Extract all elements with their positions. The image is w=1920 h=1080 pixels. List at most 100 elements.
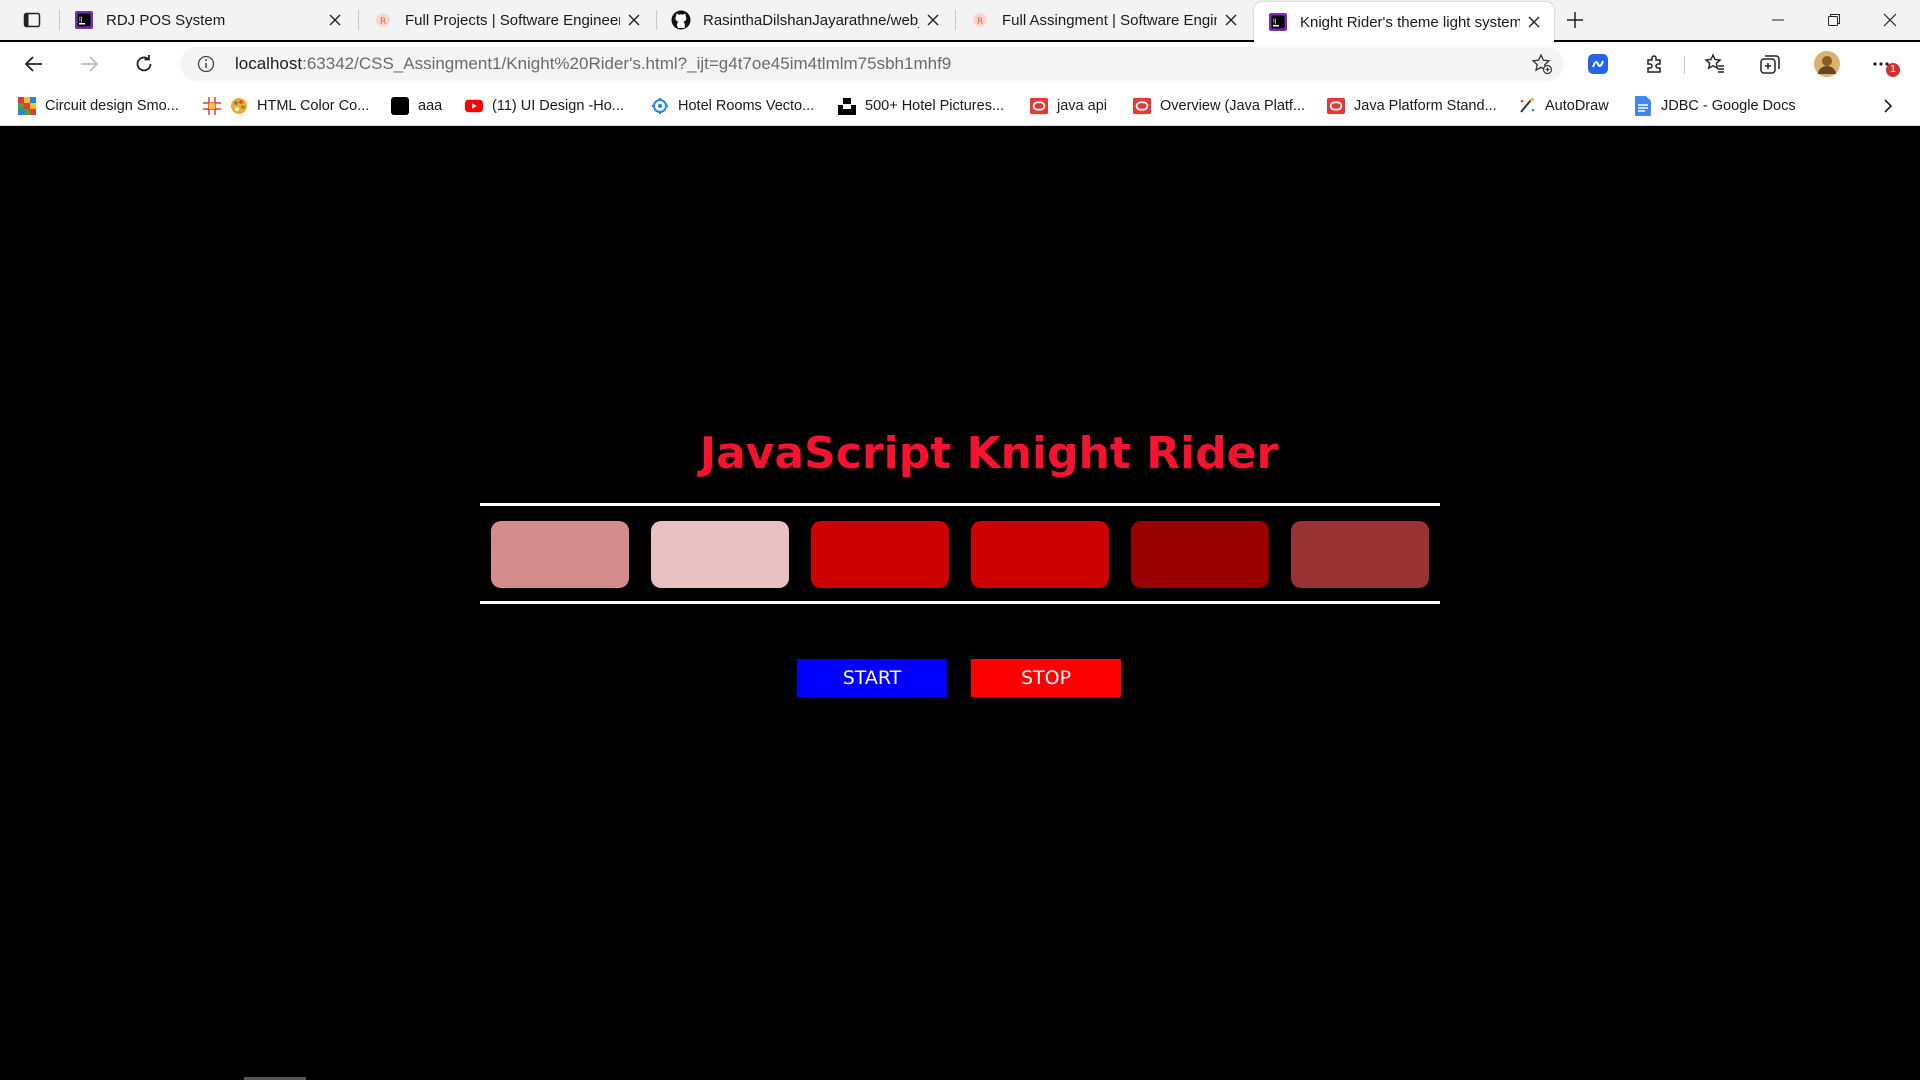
tab-title: Full Projects | Software Engineer	[405, 11, 620, 29]
svg-text:IJ: IJ	[1273, 18, 1277, 25]
bookmark-label: Overview (Java Platf...	[1160, 98, 1306, 114]
url-text: localhost:63342/CSS_Assingment1/Knight%2…	[235, 54, 951, 74]
close-icon[interactable]	[321, 6, 349, 34]
bookmark-item[interactable]: aaa	[391, 95, 442, 117]
light-box-1	[491, 521, 629, 588]
bookmark-label: 500+ Hotel Pictures...	[865, 98, 1005, 114]
bookmark-label: JDBC - Google Docs	[1661, 98, 1796, 114]
bookmark-item[interactable]: Java Platform Stand...	[1327, 95, 1497, 117]
bookmark-item[interactable]: (11) UI Design -Ho...	[465, 95, 624, 117]
bookmark-label: Circuit design Smo...	[45, 98, 179, 114]
avatar[interactable]	[1812, 49, 1842, 79]
bookmark-item[interactable]: HTML Color Co...	[203, 95, 369, 117]
tab-actions-button[interactable]	[14, 6, 50, 34]
toolbar-separator	[1684, 56, 1685, 74]
address-bar[interactable]: localhost:63342/CSS_Assingment1/Knight%2…	[180, 47, 1564, 81]
light-box-6	[1291, 521, 1429, 588]
light-box-4	[971, 521, 1109, 588]
svg-text:IJ: IJ	[79, 16, 83, 23]
tab-title: RasinthaDilshanJayarathne/web_	[703, 11, 919, 29]
restore-icon	[1828, 14, 1840, 26]
github-icon	[671, 10, 691, 30]
url-path: :63342/CSS_Assingment1/Knight%20Rider's.…	[302, 54, 952, 73]
tinkercad-icon	[18, 97, 36, 115]
browser-toolbar: localhost:63342/CSS_Assingment1/Knight%2…	[0, 42, 1920, 86]
bookmark-item[interactable]: Circuit design Smo...	[18, 95, 179, 117]
notification-badge: 1	[1886, 63, 1900, 77]
svg-text:R: R	[977, 17, 983, 27]
bookmark-item[interactable]: AutoDraw	[1518, 95, 1609, 117]
close-window-button[interactable]	[1862, 0, 1918, 40]
close-icon[interactable]	[1217, 6, 1245, 34]
tab-rdj-pos[interactable]: IJ RDJ POS System	[60, 0, 355, 40]
arrow-left-icon	[24, 56, 42, 72]
light-box-5	[1131, 521, 1269, 588]
autodraw-icon	[1518, 97, 1536, 115]
bookmark-label: Java Platform Stand...	[1354, 98, 1497, 114]
freepik-icon	[651, 97, 669, 115]
tab-strip: IJ RDJ POS System R Full Projects | Soft…	[0, 0, 1920, 42]
bookmark-label: AutoDraw	[1545, 98, 1609, 114]
page-title: JavaScript Knight Rider	[699, 428, 1279, 479]
bookmark-item[interactable]: 500+ Hotel Pictures...	[838, 95, 1004, 117]
info-icon[interactable]	[196, 54, 216, 74]
bookmark-label: java api	[1057, 98, 1107, 114]
refresh-button[interactable]	[125, 46, 163, 82]
refresh-icon	[136, 55, 152, 72]
page-viewport: JavaScript Knight Rider START STOP	[0, 127, 1920, 1080]
google-docs-icon	[1634, 96, 1652, 116]
light-box-2	[651, 521, 789, 588]
back-button[interactable]	[15, 46, 53, 82]
extensions-icon[interactable]	[1640, 49, 1670, 79]
tab-actions-icon	[23, 12, 41, 28]
intellij-icon: IJ	[74, 10, 94, 30]
add-favorite-icon[interactable]	[1530, 52, 1554, 76]
favorites-icon[interactable]	[1700, 49, 1730, 79]
bookmark-label: (11) UI Design -Ho...	[492, 98, 624, 114]
black-square-icon	[391, 97, 409, 115]
tab-title: Knight Rider's theme light system	[1300, 13, 1520, 31]
copilot-icon[interactable]	[1583, 49, 1613, 79]
more-menu-button[interactable]: 1	[1868, 49, 1900, 79]
tab-full-projects[interactable]: R Full Projects | Software Engineer	[359, 0, 654, 40]
intellij-icon: IJ	[1268, 12, 1288, 32]
tab-github-repo[interactable]: RasinthaDilshanJayarathne/web_	[657, 0, 953, 40]
top-divider	[480, 503, 1440, 506]
close-icon[interactable]	[1520, 8, 1548, 36]
minimize-button[interactable]	[1750, 0, 1806, 40]
forward-button[interactable]	[70, 46, 108, 82]
bookmark-item[interactable]: java api	[1030, 95, 1107, 117]
ijse-icon: R	[373, 10, 393, 30]
close-icon	[1883, 13, 1897, 27]
bookmark-item[interactable]: Overview (Java Platf...	[1133, 95, 1305, 117]
bookmarks-bar: Circuit design Smo... HTML Color Co... a…	[0, 86, 1920, 126]
tab-knight-rider[interactable]: IJ Knight Rider's theme light system	[1254, 2, 1554, 42]
bookmark-label: HTML Color Co...	[257, 98, 370, 114]
bookmarks-overflow-button[interactable]	[1878, 96, 1898, 116]
close-icon[interactable]	[919, 6, 947, 34]
close-icon[interactable]	[620, 6, 648, 34]
bookmark-label: Hotel Rooms Vecto...	[678, 98, 815, 114]
bookmark-item[interactable]: JDBC - Google Docs	[1634, 95, 1796, 117]
chevron-right-icon	[1884, 99, 1893, 113]
url-host: localhost	[235, 54, 303, 73]
palette-icon	[230, 97, 248, 115]
collections-icon[interactable]	[1755, 49, 1785, 79]
new-tab-button[interactable]	[1560, 5, 1590, 35]
bookmark-item[interactable]: Hotel Rooms Vecto...	[651, 95, 814, 117]
arrow-right-icon	[81, 56, 99, 72]
oracle-icon	[1327, 97, 1345, 115]
ijse-icon: R	[970, 10, 990, 30]
light-box-3	[811, 521, 949, 588]
tab-title: Full Assingment | Software Engin	[1002, 11, 1217, 29]
unsplash-icon	[838, 97, 856, 115]
start-button[interactable]: START	[797, 659, 947, 697]
oracle-icon	[1030, 97, 1048, 115]
grid-icon	[203, 97, 221, 115]
bottom-divider	[480, 601, 1440, 604]
tab-full-assignment[interactable]: R Full Assingment | Software Engin	[956, 0, 1251, 40]
svg-text:R: R	[380, 17, 386, 27]
restore-button[interactable]	[1806, 0, 1862, 40]
stop-button[interactable]: STOP	[971, 659, 1121, 697]
bookmark-label: aaa	[418, 98, 443, 114]
